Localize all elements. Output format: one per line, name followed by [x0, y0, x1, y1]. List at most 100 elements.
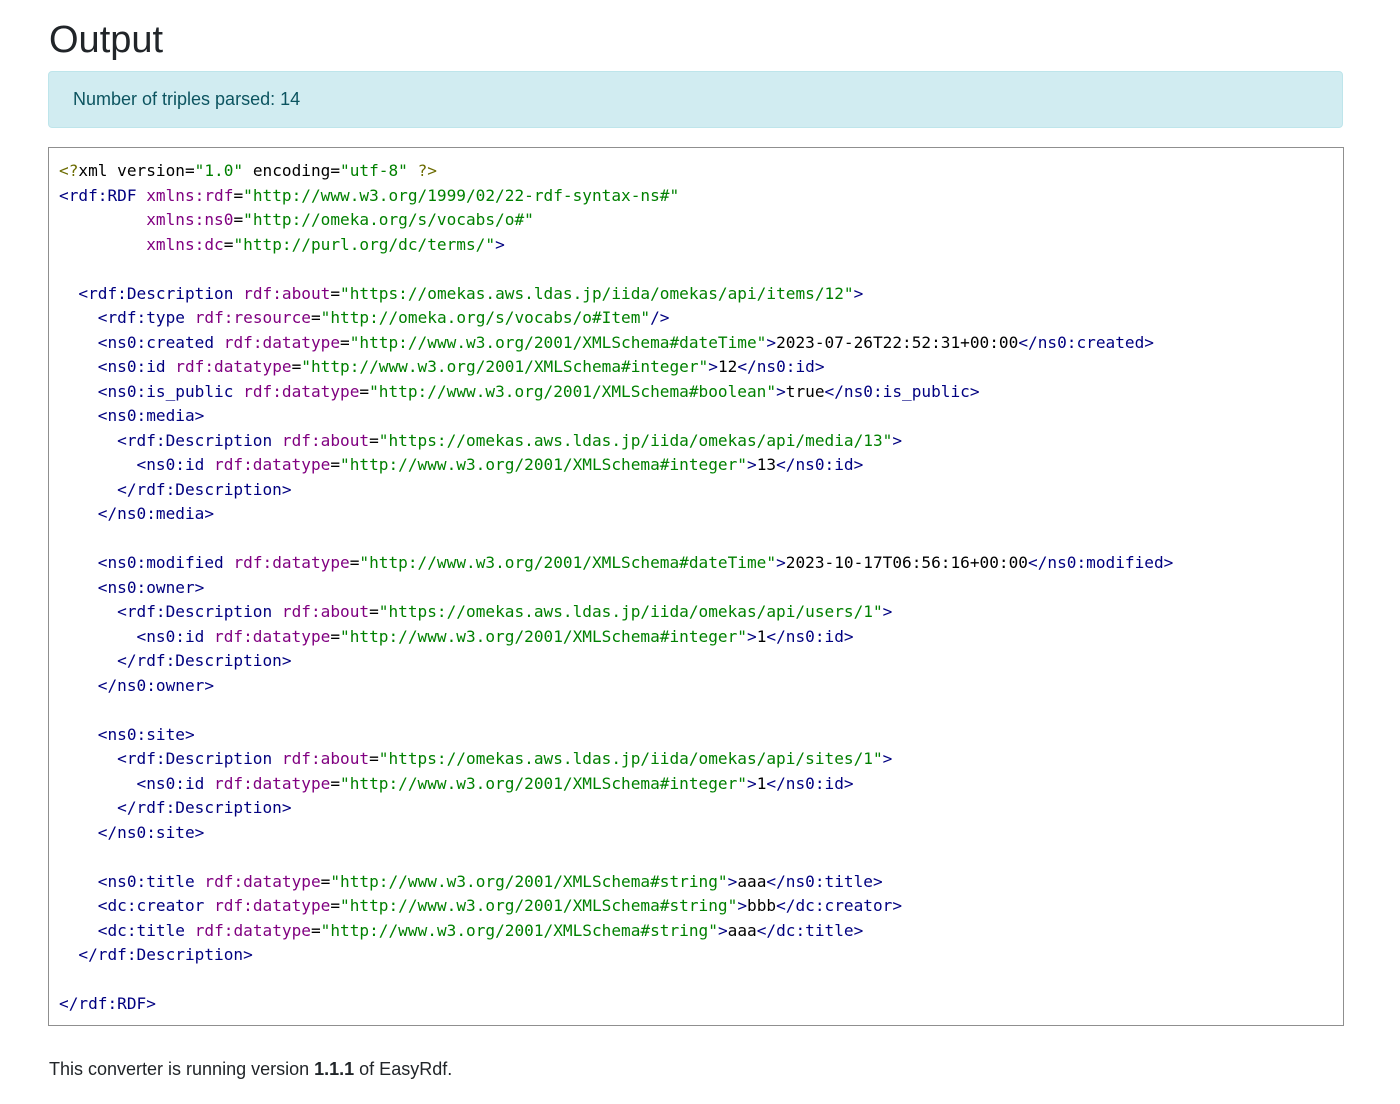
- xml-tag-token: <rdf:Description: [117, 602, 273, 621]
- xml-tag-token: </ns0:is_public>: [824, 381, 980, 401]
- xml-tag-token: <ns0:owner>: [97, 577, 205, 597]
- xml-text-token: [59, 504, 98, 523]
- xml-tag-token: </rdf:Description>: [117, 479, 292, 499]
- xml-value-token: "http://www.w3.org/2001/XMLSchema#string…: [320, 920, 718, 940]
- xml-tag-token: </ns0:id>: [776, 455, 864, 474]
- xml-text-token: [59, 431, 117, 450]
- code-line: </rdf:Description>: [59, 796, 1333, 821]
- code-line: <ns0:modified rdf:datatype="http://www.w…: [59, 551, 1333, 576]
- xml-tag-token: >: [892, 430, 903, 450]
- xml-attribute-token: rdf:about: [281, 430, 370, 450]
- code-line: </ns0:owner>: [59, 674, 1333, 699]
- xml-tag-token: <rdf:Description: [117, 430, 273, 450]
- xml-text-token: [59, 382, 98, 401]
- xml-text-token: [59, 210, 146, 229]
- footer-suffix: of EasyRdf.: [354, 1059, 453, 1079]
- xml-value-token: "https://omekas.aws.ldas.jp/iida/omekas/…: [340, 283, 854, 303]
- xml-text-token: [59, 945, 78, 964]
- code-line: <ns0:is_public rdf:datatype="http://www.…: [59, 380, 1333, 405]
- xml-value-token: "http://www.w3.org/2001/XMLSchema#string…: [340, 896, 738, 915]
- xml-text-token: [59, 333, 98, 352]
- xml-text-token: xml version=: [78, 161, 195, 180]
- xml-text-token: =: [330, 283, 341, 303]
- xml-text-token: =: [349, 553, 360, 572]
- xml-text-token: =: [320, 871, 331, 891]
- xml-text-token: [204, 455, 214, 474]
- xml-text-token: =: [340, 332, 350, 352]
- xml-value-token: "https://omekas.aws.ldas.jp/iida/omekas/…: [378, 602, 883, 621]
- xml-tag-token: </ns0:created>: [1018, 332, 1154, 352]
- xml-value-token: "http://www.w3.org/2001/XMLSchema#intege…: [301, 357, 709, 376]
- xml-attribute-token: rdf:datatype: [243, 381, 360, 401]
- xml-tag-token: </ns0:title>: [766, 871, 883, 891]
- code-line: <dc:creator rdf:datatype="http://www.w3.…: [59, 894, 1333, 919]
- xml-value-token: "http://purl.org/dc/terms/": [233, 234, 496, 254]
- xml-tag-token: />: [650, 308, 670, 327]
- xml-text-token: =: [223, 234, 234, 254]
- xml-text-token: [59, 553, 98, 572]
- xml-value-token: "http://omeka.org/s/vocabs/o#": [243, 210, 534, 229]
- xml-tag-token: </ns0:modified>: [1028, 553, 1174, 572]
- xml-tag-token: <ns0:id: [136, 455, 205, 474]
- xml-tag-token: >: [495, 234, 505, 254]
- xml-text-token: aaa: [727, 920, 757, 940]
- version-number: 1.1.1: [314, 1059, 355, 1079]
- xml-attribute-token: rdf:datatype: [175, 357, 292, 376]
- xml-tag-token: </ns0:id>: [766, 773, 854, 793]
- xml-value-token: "http://www.w3.org/2001/XMLSchema#intege…: [340, 773, 747, 793]
- xml-text-token: [59, 774, 137, 793]
- xml-declaration-token: <?: [59, 161, 79, 180]
- xml-text-token: [214, 333, 224, 352]
- xml-tag-token: <ns0:id: [136, 773, 205, 793]
- xml-attribute-token: rdf:datatype: [233, 553, 350, 572]
- code-line: <ns0:id rdf:datatype="http://www.w3.org/…: [59, 355, 1333, 380]
- xml-text-token: [408, 161, 418, 180]
- xml-tag-token: >: [746, 773, 757, 793]
- code-line: <rdf:Description rdf:about="https://omek…: [59, 282, 1333, 307]
- xml-text-token: =: [369, 602, 379, 621]
- xml-text-token: 12: [717, 357, 738, 376]
- xml-text-token: [59, 602, 117, 621]
- xml-text-token: 1: [756, 626, 767, 646]
- code-line: </ns0:site>: [59, 821, 1333, 846]
- xml-text-token: 13: [756, 455, 777, 474]
- xml-value-token: "http://omeka.org/s/vocabs/o#Item": [320, 308, 651, 327]
- xml-tag-token: </rdf:RDF>: [59, 994, 156, 1013]
- xml-text-token: aaa: [737, 871, 767, 891]
- xml-text-token: [233, 382, 243, 401]
- xml-text-token: =: [233, 210, 244, 229]
- xml-text-token: [233, 284, 243, 303]
- xml-tag-token: <ns0:created: [97, 332, 215, 352]
- xml-text-token: [59, 872, 98, 891]
- code-line: <rdf:Description rdf:about="https://omek…: [59, 429, 1333, 454]
- xml-attribute-token: rdf:about: [281, 602, 370, 621]
- xml-tag-token: >: [746, 626, 757, 646]
- xml-text-token: =: [330, 626, 341, 646]
- xml-text-token: =: [330, 773, 341, 793]
- xml-value-token: "http://www.w3.org/2001/XMLSchema#boolea…: [369, 381, 777, 401]
- xml-text-token: [59, 578, 98, 597]
- xml-text-token: bbb: [747, 896, 777, 915]
- xml-tag-token: </ns0:media>: [97, 504, 215, 523]
- xml-value-token: "utf-8": [340, 161, 408, 180]
- code-line: <ns0:media>: [59, 404, 1333, 429]
- code-line: <ns0:created rdf:datatype="http://www.w3…: [59, 331, 1333, 356]
- xml-text-token: [59, 823, 98, 842]
- xml-text-token: [59, 651, 117, 670]
- rdf-output-code[interactable]: <?xml version="1.0" encoding="utf-8" ?> <…: [48, 147, 1344, 1026]
- xml-value-token: "http://www.w3.org/2001/XMLSchema#intege…: [340, 455, 747, 474]
- xml-text-token: [224, 553, 234, 572]
- xml-text-token: =: [330, 896, 341, 915]
- xml-text-token: [59, 406, 98, 425]
- xml-text-token: [59, 676, 98, 695]
- version-footer: This converter is running version 1.1.1 …: [49, 1056, 452, 1082]
- xml-text-token: [59, 480, 117, 499]
- code-line: <dc:title rdf:datatype="http://www.w3.or…: [59, 919, 1333, 944]
- xml-value-token: "https://omekas.aws.ldas.jp/iida/omekas/…: [378, 749, 883, 768]
- xml-tag-token: >: [717, 920, 728, 940]
- xml-tag-token: </ns0:site>: [97, 822, 205, 842]
- xml-text-token: [137, 186, 147, 205]
- xml-tag-token: </rdf:Description>: [78, 945, 253, 964]
- xml-attribute-token: rdf:datatype: [214, 626, 331, 646]
- code-line: <ns0:id rdf:datatype="http://www.w3.org/…: [59, 453, 1333, 478]
